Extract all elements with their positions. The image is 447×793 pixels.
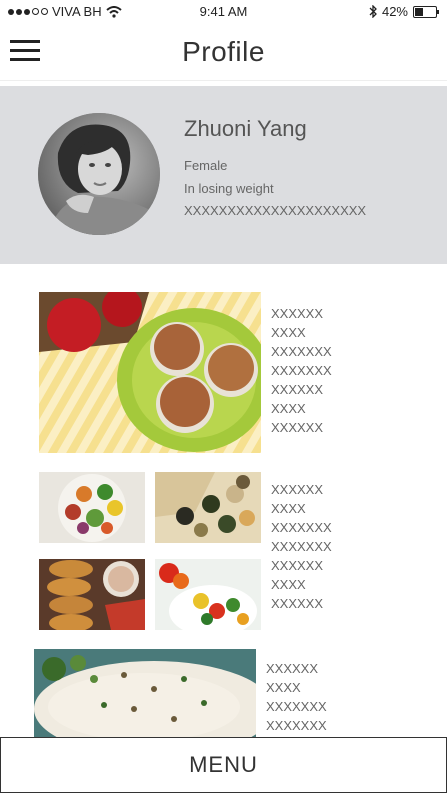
- battery-percent: 42%: [381, 4, 408, 19]
- food-photo-stirfry: [155, 472, 261, 543]
- post-1-text: XXXXXX XXXX XXXXXXX XXXXXXX XXXXXX XXXX …: [271, 306, 332, 435]
- feed-post-2[interactable]: XXXXXX XXXX XXXXXXX XXXXXXX XXXXXX XXXX …: [0, 472, 447, 630]
- bluetooth-icon: [369, 5, 377, 18]
- menu-button[interactable]: MENU: [0, 737, 447, 793]
- food-photo-salad-bowl: [39, 472, 145, 543]
- feed-post-1[interactable]: XXXXXX XXXX XXXXXXX XXXXXXX XXXXXX XXXX …: [0, 292, 447, 454]
- battery-area: 42%: [369, 4, 439, 19]
- food-photo-fish-fillet: [34, 649, 256, 737]
- battery-icon: [413, 5, 439, 18]
- avatar[interactable]: [38, 113, 160, 235]
- post-3-text: XXXXXX XXXX XXXXXXX XXXXXXX: [266, 661, 327, 733]
- avatar-photo: [38, 113, 160, 235]
- status-bar: VIVA BH 9:41 AM 42%: [0, 0, 447, 24]
- header: Profile: [0, 24, 447, 81]
- post-2-text: XXXXXX XXXX XXXXXXX XXXXXXX XXXXXX XXXX …: [271, 482, 332, 611]
- page-title: Profile: [182, 36, 265, 67]
- profile-note: XXXXXXXXXXXXXXXXXXXXX: [184, 203, 367, 218]
- profile-goal: In losing weight: [184, 181, 274, 196]
- profile-name: Zhuoni Yang: [184, 116, 307, 141]
- food-photo-fried-tofu: [39, 559, 145, 630]
- profile-card: Zhuoni Yang Female In losing weight XXXX…: [0, 86, 447, 264]
- food-photo-veggie-plate: [155, 559, 261, 630]
- food-photo-muffins: [39, 292, 261, 453]
- profile-gender: Female: [184, 158, 228, 173]
- feed-post-3[interactable]: XXXXXX XXXX XXXXXXX XXXXXXX: [0, 649, 447, 737]
